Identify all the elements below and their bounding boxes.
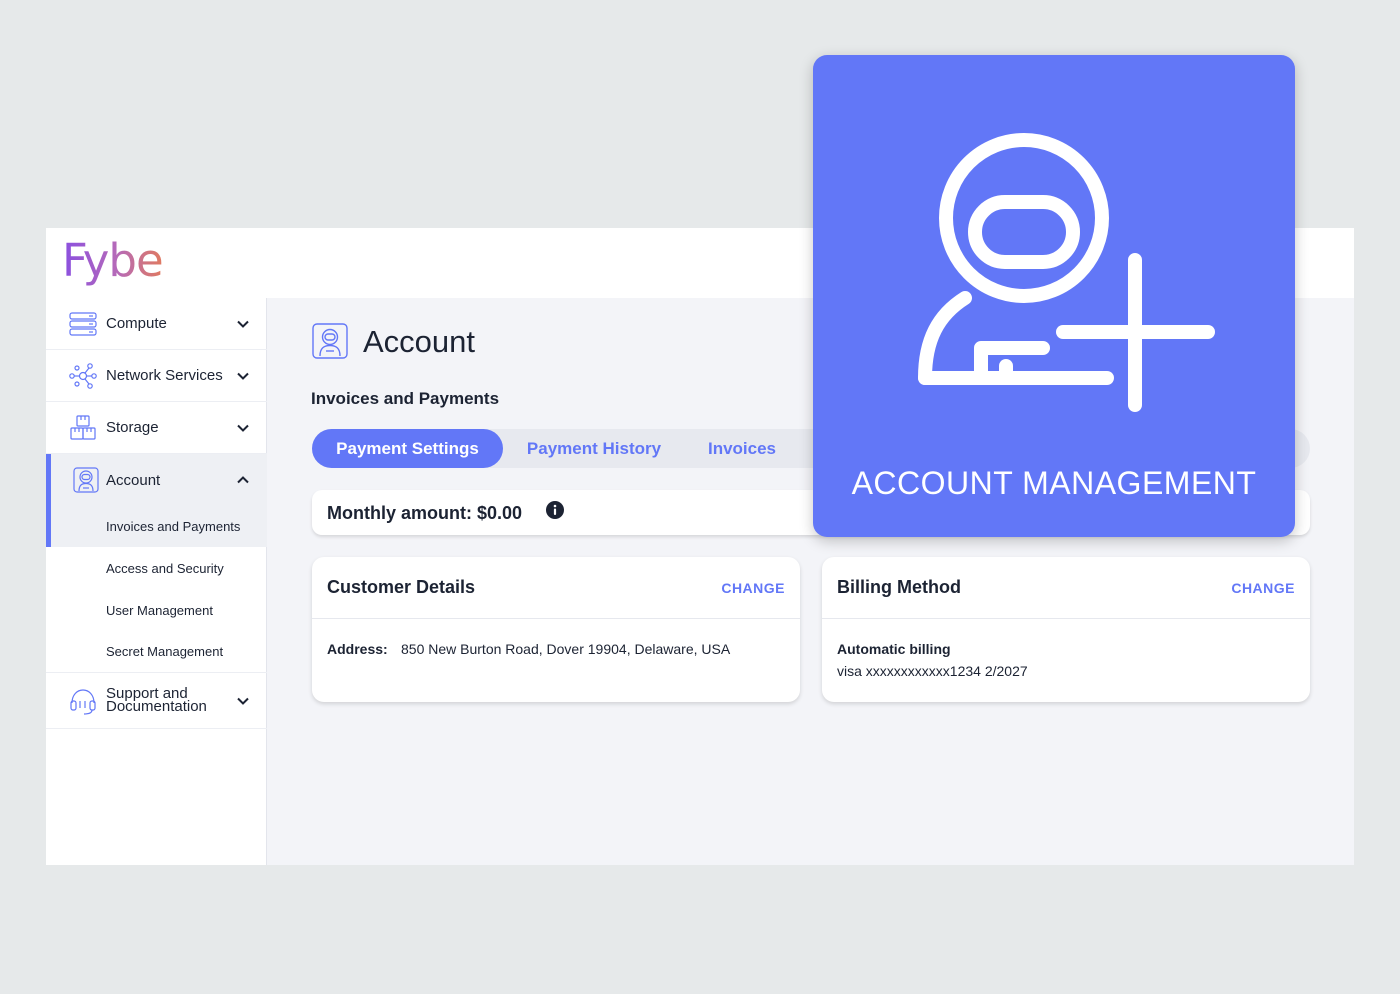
chevron-down-icon[interactable] [236,421,250,435]
sidebar-subitem-invoices-and-payments[interactable]: Invoices and Payments [46,505,267,547]
card-header: Customer Details CHANGE [312,557,800,619]
tab-invoices[interactable]: Invoices [692,429,792,468]
astronaut-icon [73,467,99,493]
sidebar-item-compute[interactable]: Compute [46,298,267,350]
sidebar-item-account[interactable]: Account [46,454,267,507]
fybe-logo[interactable]: Fybe [62,234,164,287]
server-icon [69,311,97,336]
chevron-down-icon[interactable] [236,317,250,331]
astronaut-icon [312,323,348,359]
card-title: Billing Method [837,577,961,597]
add-user-astronaut-icon [918,133,1215,412]
sidebar-item-network-services[interactable]: Network Services [46,350,267,402]
network-icon [69,362,97,389]
sidebar-item-label: Support and Documentation [106,685,207,715]
sidebar-subitem-secret-management[interactable]: Secret Management [46,631,267,673]
account-management-overlay: ACCOUNT MANAGEMENT [813,55,1295,537]
overlay-caption: ACCOUNT MANAGEMENT [851,465,1257,501]
sidebar-subitem-label: Invoices and Payments [106,518,241,534]
address-value: 850 New Burton Road, Dover 19904, Delawa… [401,641,731,657]
info-icon[interactable] [546,501,564,519]
headset-icon [70,689,96,715]
chevron-down-icon[interactable] [236,694,250,708]
sidebar-item-label: Account [106,471,161,489]
change-billing-method-button[interactable]: CHANGE [1231,580,1295,596]
tab-payment-history[interactable]: Payment History [510,429,678,468]
sidebar-subitem-label: Secret Management [106,644,224,659]
section-title: Invoices and Payments [311,389,500,408]
sidebar-item-storage[interactable]: Storage [46,402,267,454]
change-customer-details-button[interactable]: CHANGE [721,580,785,596]
customer-details-card: Customer Details CHANGE Address: 850 New… [312,557,800,702]
sidebar-subitem-label: User Management [106,602,213,618]
page-title: Account [363,324,476,359]
billing-method-name: Automatic billing [837,641,951,657]
sidebar-subitem-access-and-security[interactable]: Access and Security [46,547,267,589]
sidebar-item-support-and-documentation[interactable]: Support and Documentation [46,674,267,729]
sidebar-subitem-user-management[interactable]: User Management [46,589,267,631]
billing-card-number: visa xxxxxxxxxxxx1234 2/2027 [837,663,1028,679]
monthly-amount: Monthly amount: $0.00 [327,503,523,523]
card-title: Customer Details [327,577,476,597]
storage-boxes-icon [70,414,96,440]
sidebar-item-label: Storage [106,419,159,436]
sidebar-item-label: Network Services [106,367,223,384]
tab-payment-settings[interactable]: Payment Settings [312,429,503,468]
chevron-down-icon[interactable] [236,369,250,383]
chevron-up-icon[interactable] [236,473,250,487]
card-header: Billing Method CHANGE [822,557,1310,619]
address-label: Address: [327,641,388,657]
sidebar-item-label: Compute [106,315,167,332]
sidebar: Compute Network Services Storage Account… [46,298,267,865]
sidebar-subitem-label: Access and Security [106,560,224,576]
billing-method-card: Billing Method CHANGE Automatic billing … [822,557,1310,702]
